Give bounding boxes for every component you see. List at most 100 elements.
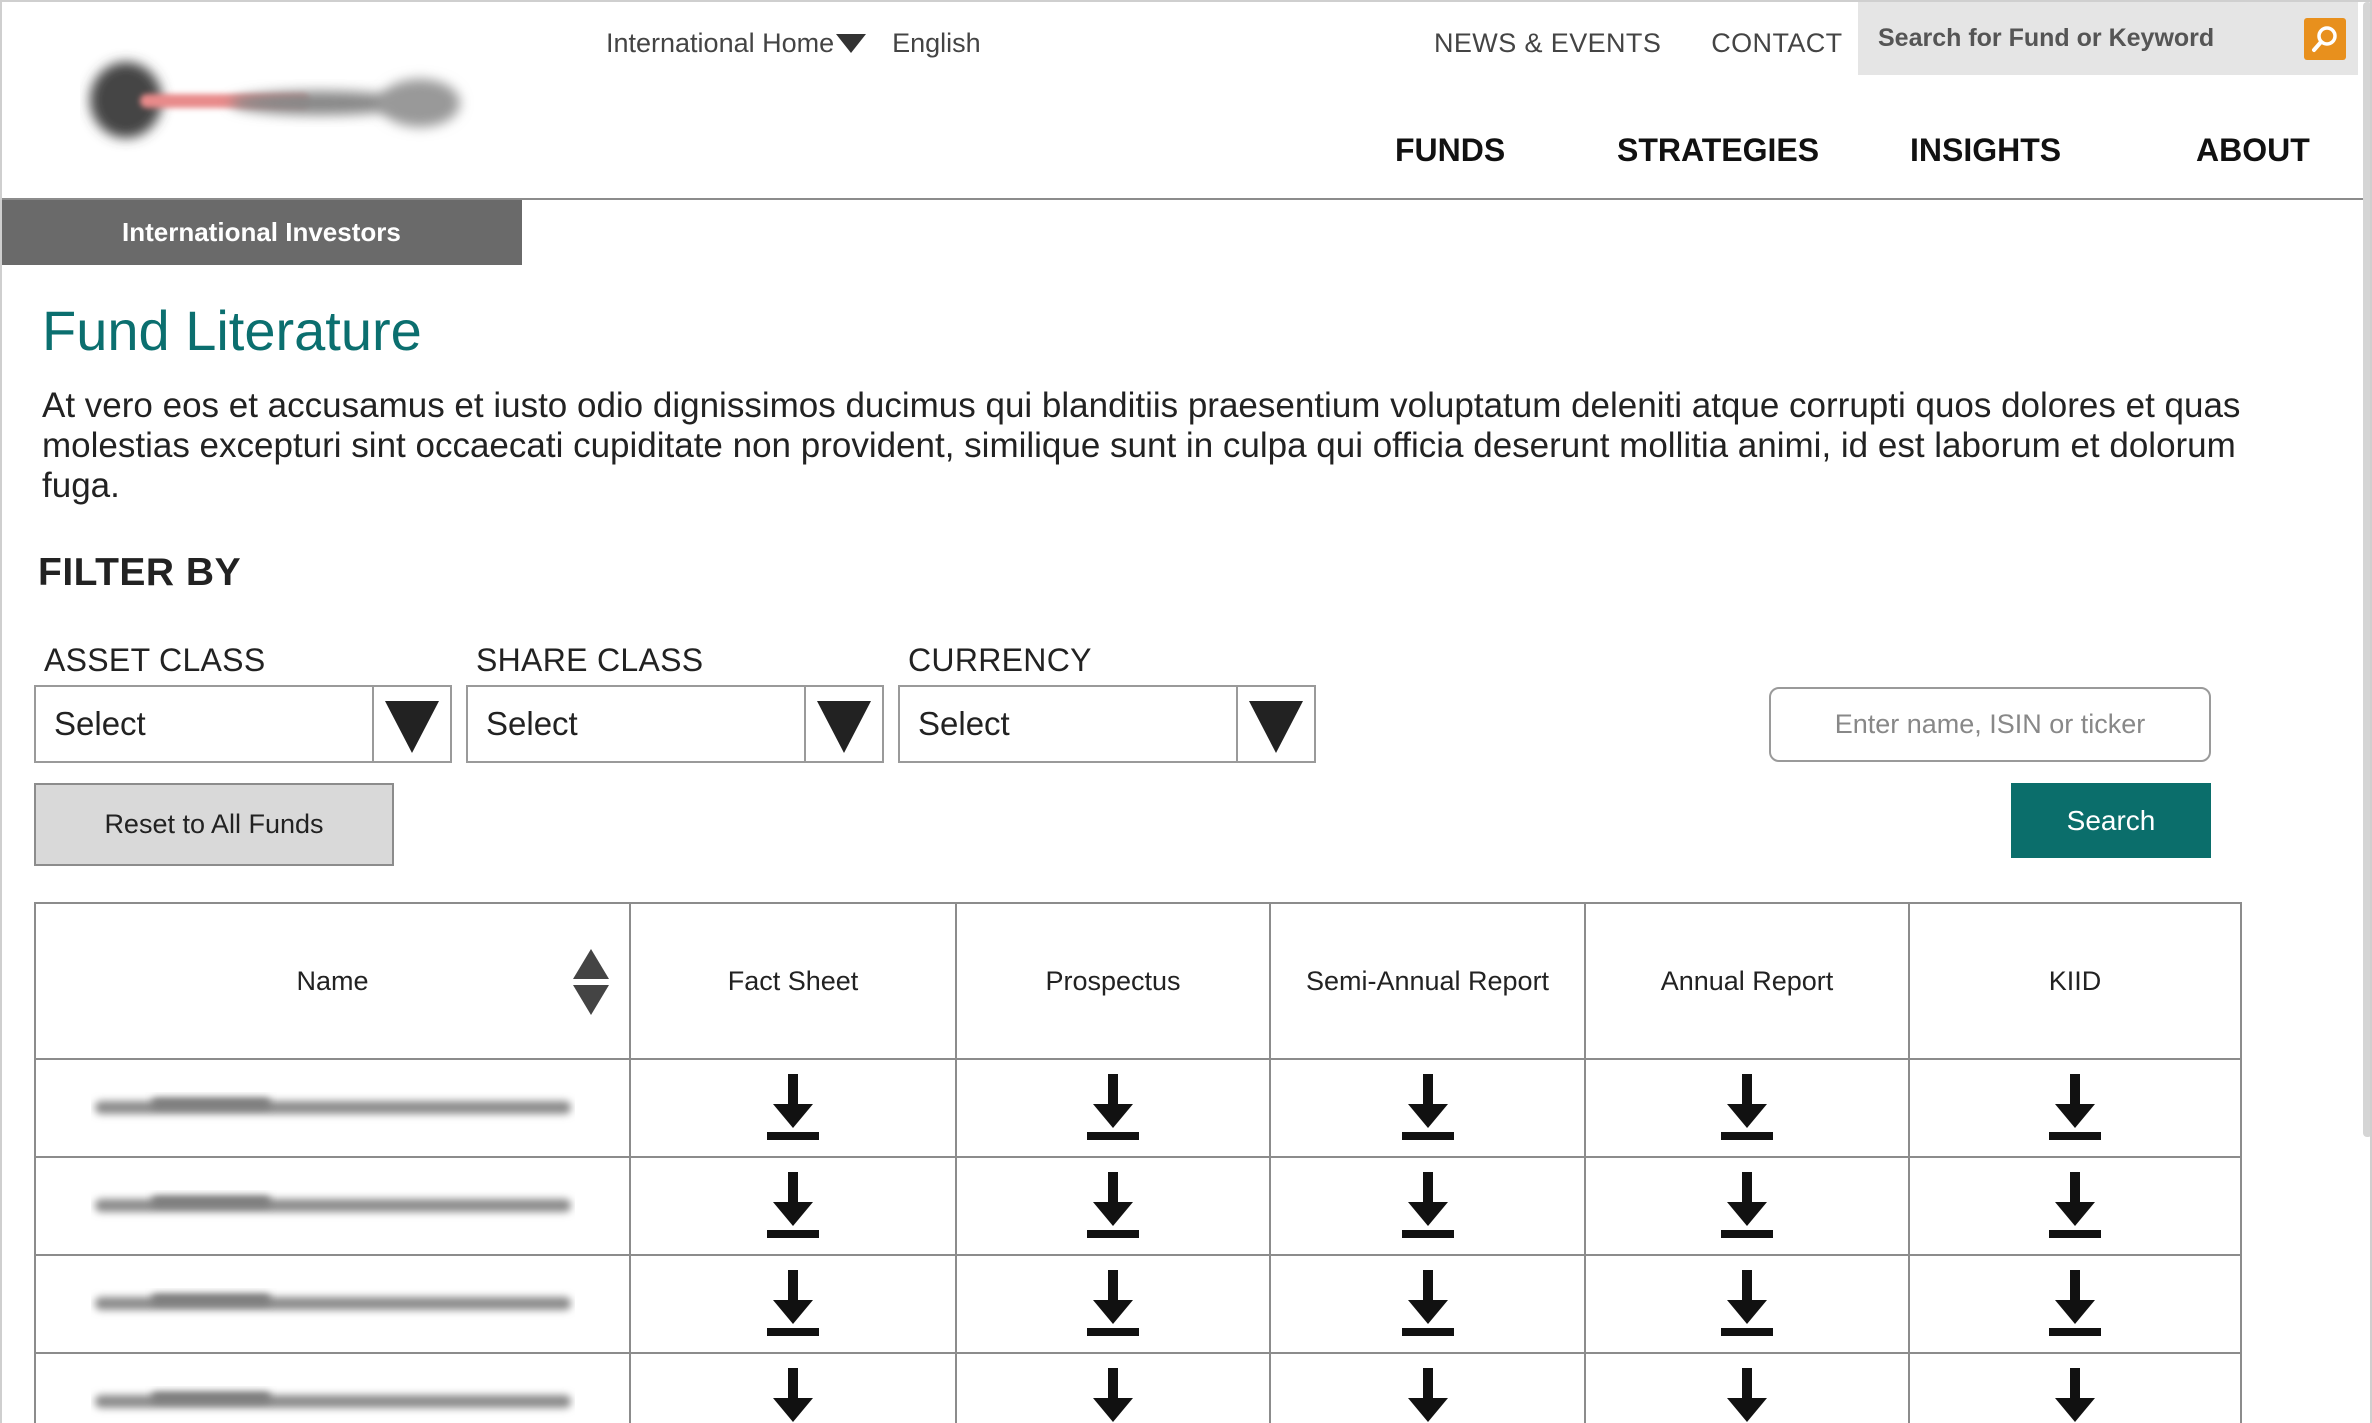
download-icon[interactable] bbox=[2049, 1270, 2101, 1338]
intro-text: At vero eos et accusamus et iusto odio d… bbox=[42, 386, 2241, 505]
download-icon[interactable] bbox=[767, 1074, 819, 1142]
column-header-annual-report: Annual Report bbox=[1584, 902, 1910, 1060]
download-icon[interactable] bbox=[1401, 1172, 1454, 1240]
sort-icon[interactable] bbox=[573, 949, 609, 1015]
table-row bbox=[34, 1352, 2242, 1423]
table-row bbox=[34, 1156, 2242, 1256]
search-button[interactable]: Search bbox=[2011, 783, 2211, 858]
reset-button[interactable]: Reset to All Funds bbox=[34, 783, 394, 866]
chevron-down-icon bbox=[1249, 701, 1303, 753]
download-icon[interactable] bbox=[1087, 1074, 1139, 1142]
download-icon[interactable] bbox=[2049, 1074, 2101, 1142]
download-icon[interactable] bbox=[1087, 1368, 1139, 1423]
prospectus-cell bbox=[955, 1352, 1271, 1423]
annual-report-cell bbox=[1584, 1156, 1910, 1256]
semi-annual-report-cell bbox=[1269, 1352, 1586, 1423]
fund-search-input[interactable]: Enter name, ISIN or ticker bbox=[1769, 687, 2211, 762]
table-row bbox=[34, 1254, 2242, 1354]
prospectus-cell bbox=[955, 1058, 1271, 1158]
blurred-fund-name bbox=[94, 1294, 571, 1310]
header-search-bar[interactable]: Search for Fund or Keyword bbox=[1858, 2, 2358, 75]
column-header-label: Name bbox=[296, 965, 369, 996]
prospectus-cell bbox=[955, 1156, 1271, 1256]
fact-sheet-cell bbox=[629, 1058, 957, 1158]
chevron-down-icon bbox=[836, 34, 867, 53]
currency-label: CURRENCY bbox=[908, 642, 1092, 678]
semi-annual-report-cell bbox=[1269, 1254, 1586, 1354]
utility-nav: International Home English bbox=[606, 28, 981, 59]
contact-link[interactable]: CONTACT bbox=[1711, 24, 1842, 62]
download-icon[interactable] bbox=[1087, 1270, 1139, 1338]
currency-dropdown-button[interactable] bbox=[1236, 687, 1314, 761]
asset-class-value: Select bbox=[54, 705, 146, 742]
kiid-cell bbox=[1908, 1254, 2242, 1354]
language-selector[interactable]: English bbox=[892, 28, 981, 59]
top-links: NEWS & EVENTS CONTACT bbox=[1434, 24, 1843, 62]
share-class-select[interactable]: Select bbox=[466, 685, 884, 763]
company-logo[interactable] bbox=[80, 48, 490, 158]
download-icon[interactable] bbox=[1402, 1368, 1454, 1423]
page-title: Fund Literature bbox=[42, 299, 422, 362]
currency-value: Select bbox=[918, 705, 1010, 742]
column-header-name[interactable]: Name bbox=[34, 902, 631, 1060]
nav-about[interactable]: ABOUT bbox=[2196, 132, 2310, 169]
nav-insights[interactable]: INSIGHTS bbox=[1910, 132, 2196, 169]
semi-annual-report-cell bbox=[1269, 1156, 1586, 1256]
fund-name-cell[interactable] bbox=[34, 1352, 631, 1423]
column-header-prospectus: Prospectus bbox=[955, 902, 1271, 1060]
nav-strategies[interactable]: STRATEGIES bbox=[1617, 132, 1910, 169]
download-icon[interactable] bbox=[767, 1368, 819, 1423]
annual-report-cell bbox=[1584, 1254, 1910, 1354]
news-events-link[interactable]: NEWS & EVENTS bbox=[1434, 24, 1661, 62]
chevron-down-icon bbox=[817, 701, 871, 753]
share-class-value: Select bbox=[486, 705, 578, 742]
annual-report-cell bbox=[1584, 1058, 1910, 1158]
main-nav: FUNDS STRATEGIES INSIGHTS ABOUT bbox=[1395, 132, 2310, 169]
chevron-down-icon bbox=[385, 701, 439, 753]
download-icon[interactable] bbox=[1721, 1270, 1773, 1338]
fund-name-cell[interactable] bbox=[34, 1156, 631, 1256]
kiid-cell bbox=[1908, 1352, 2242, 1423]
fact-sheet-cell bbox=[629, 1352, 957, 1423]
nav-funds[interactable]: FUNDS bbox=[1395, 132, 1617, 169]
blurred-fund-name bbox=[94, 1196, 571, 1212]
annual-report-cell bbox=[1584, 1352, 1910, 1423]
kiid-cell bbox=[1908, 1156, 2242, 1256]
region-label: International Home bbox=[606, 28, 835, 58]
kiid-cell bbox=[1908, 1058, 2242, 1158]
download-icon[interactable] bbox=[1721, 1368, 1773, 1423]
fund-name-cell[interactable] bbox=[34, 1058, 631, 1158]
fund-literature-table: Name Fact Sheet Prospectus Semi-Annual R… bbox=[34, 902, 2242, 1423]
fund-name-cell[interactable] bbox=[34, 1254, 631, 1354]
column-header-fact-sheet: Fact Sheet bbox=[629, 902, 957, 1060]
table-body bbox=[34, 1058, 2242, 1423]
share-class-dropdown-button[interactable] bbox=[804, 687, 882, 761]
asset-class-dropdown-button[interactable] bbox=[372, 687, 450, 761]
page: International Home English NEWS & EVENTS… bbox=[0, 0, 2372, 1423]
download-icon[interactable] bbox=[1087, 1172, 1139, 1240]
download-icon[interactable] bbox=[1401, 1074, 1454, 1142]
blurred-fund-name bbox=[94, 1098, 571, 1114]
fact-sheet-cell bbox=[629, 1156, 957, 1256]
download-icon[interactable] bbox=[1721, 1074, 1773, 1142]
asset-class-select[interactable]: Select bbox=[34, 685, 452, 763]
share-class-label: SHARE CLASS bbox=[476, 642, 704, 678]
semi-annual-report-cell bbox=[1269, 1058, 1586, 1158]
download-icon[interactable] bbox=[767, 1270, 819, 1338]
download-icon[interactable] bbox=[767, 1172, 819, 1240]
asset-class-label: ASSET CLASS bbox=[44, 642, 266, 678]
column-header-semi-annual-report: Semi-Annual Report bbox=[1269, 902, 1586, 1060]
section-tab[interactable]: International Investors bbox=[2, 200, 522, 265]
download-icon[interactable] bbox=[1721, 1172, 1773, 1240]
header-search-input[interactable]: Search for Fund or Keyword bbox=[1858, 24, 2304, 53]
download-icon[interactable] bbox=[2049, 1368, 2101, 1423]
currency-select[interactable]: Select bbox=[898, 685, 1316, 763]
table-row bbox=[34, 1058, 2242, 1158]
download-icon[interactable] bbox=[2049, 1172, 2101, 1240]
filter-heading: FILTER BY bbox=[38, 551, 242, 594]
download-icon[interactable] bbox=[1401, 1270, 1454, 1338]
scrollbar[interactable] bbox=[2363, 2, 2370, 1137]
region-selector[interactable]: International Home bbox=[606, 28, 892, 59]
search-icon[interactable] bbox=[2304, 17, 2346, 60]
blurred-fund-name bbox=[94, 1392, 571, 1408]
